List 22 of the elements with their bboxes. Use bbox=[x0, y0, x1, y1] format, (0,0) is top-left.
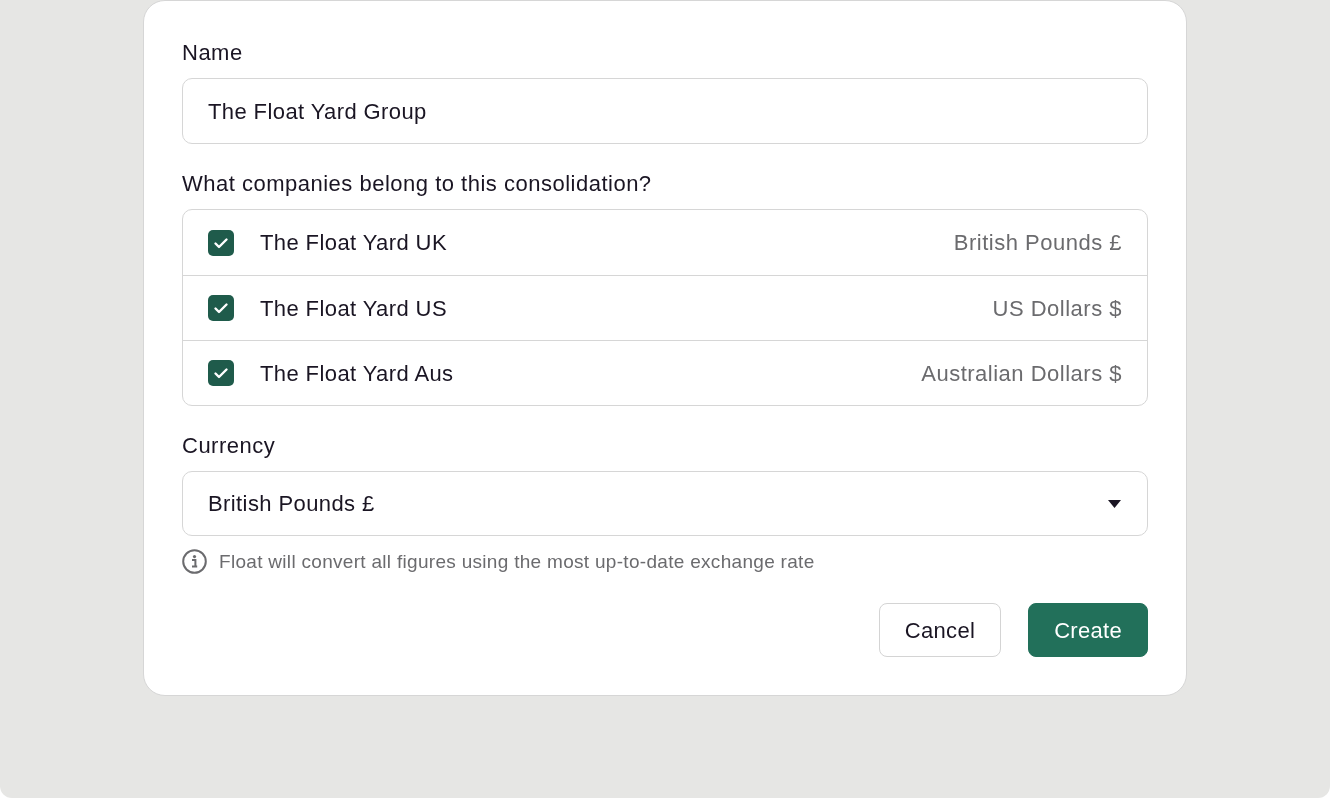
create-button[interactable]: Create bbox=[1028, 603, 1148, 657]
company-currency: US Dollars $ bbox=[992, 294, 1122, 323]
company-name: The Float Yard US bbox=[260, 294, 447, 323]
info-icon bbox=[182, 549, 207, 574]
company-name: The Float Yard UK bbox=[260, 229, 447, 257]
company-row[interactable]: The Float Yard Aus Australian Dollars $ bbox=[183, 340, 1147, 405]
currency-select[interactable]: British Pounds £ bbox=[182, 471, 1148, 536]
dropdown-caret-icon bbox=[1108, 499, 1121, 508]
checked-checkbox[interactable] bbox=[208, 295, 234, 321]
field-label: What companies belong to this consolidation? bbox=[182, 170, 653, 198]
checked-checkbox[interactable] bbox=[208, 229, 234, 256]
company-currency: Australian Dollars $ bbox=[921, 359, 1122, 388]
name-input[interactable]: The Float Yard Group bbox=[182, 78, 1148, 144]
company-name: The Float Yard Aus bbox=[260, 359, 454, 388]
cancel-button[interactable]: Cancel bbox=[878, 603, 1002, 657]
company-row[interactable]: The Float Yard UK British Pounds £ bbox=[183, 210, 1147, 275]
field-label: Currency bbox=[182, 432, 277, 460]
field-label: Name bbox=[182, 39, 244, 67]
company-row[interactable]: The Float Yard US US Dollars $ bbox=[183, 275, 1147, 340]
info-text: Float will convert all figures using the most up-to-date exchange rate bbox=[219, 549, 815, 574]
checked-checkbox[interactable] bbox=[208, 360, 234, 386]
company-currency: British Pounds £ bbox=[953, 229, 1122, 257]
